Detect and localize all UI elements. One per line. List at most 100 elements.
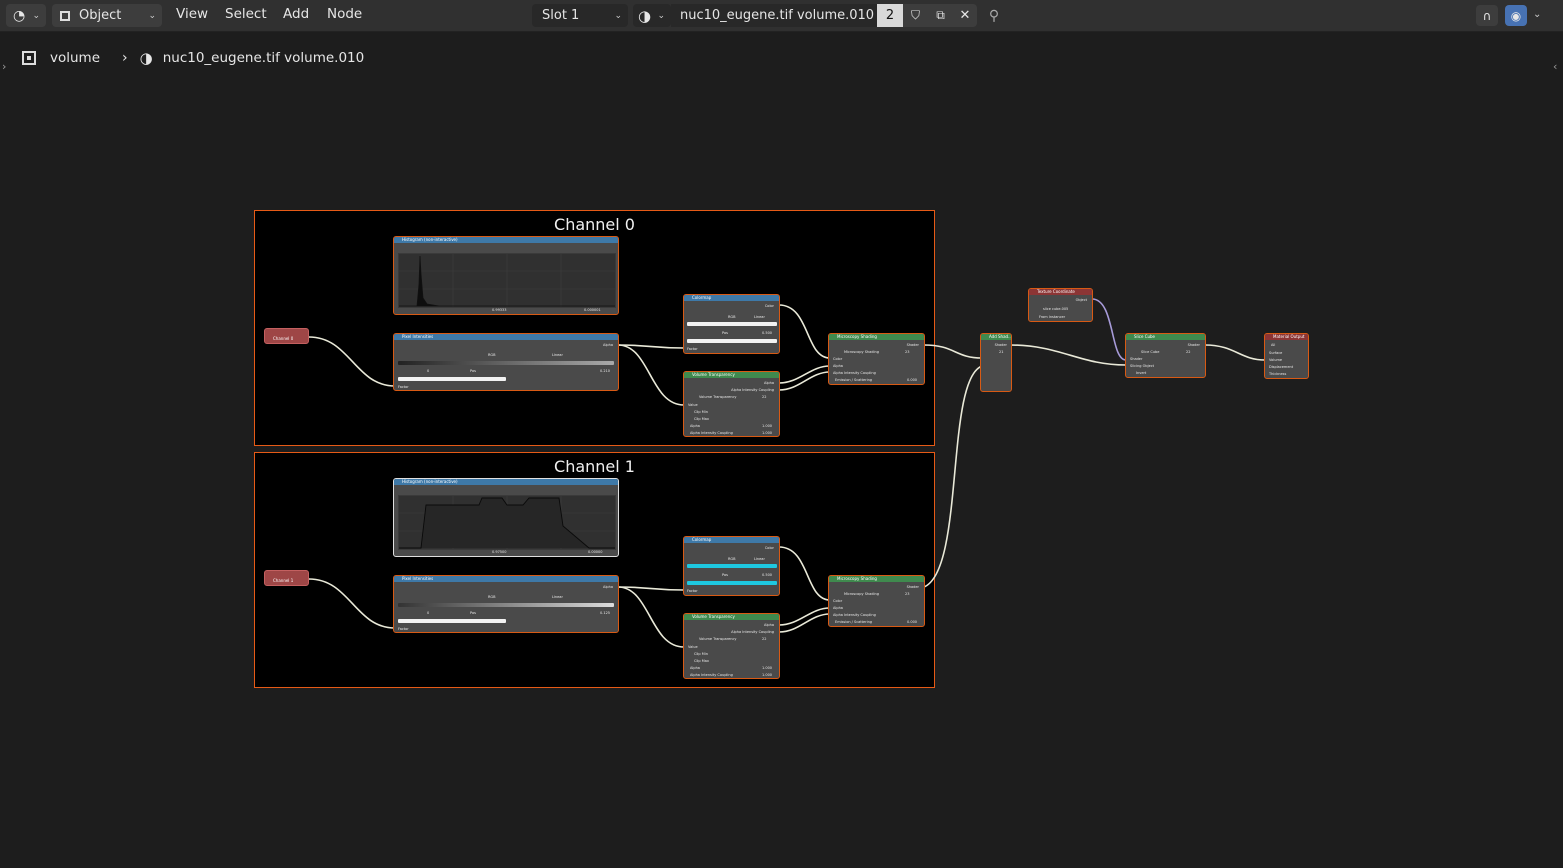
colormap-node-1[interactable]: Colormap Color RGB Linear Pos 0.500 Fact… [683,536,780,596]
rgb-label: RGB [728,315,736,319]
emission-field[interactable]: Emission / Scattering [835,620,872,624]
editor-type-button[interactable]: ◔ ⌄ [6,4,46,27]
input-slicing-object: Slicing Object [1130,364,1155,368]
unlink-material-button[interactable]: ✕ [953,4,977,27]
input-alpha: Alpha [833,364,843,368]
target-dropdown[interactable]: All [1271,343,1275,347]
magnet-icon: ∩ [1482,8,1492,23]
node-header: Add Shad... [981,334,1011,340]
histogram-x-value: 0.99333 [492,308,507,312]
shield-icon: ⛉ [910,8,920,22]
histogram-plot [398,253,616,308]
from-instancer-checkbox[interactable]: From Instancer [1039,315,1065,319]
node-label: Channel 0 [273,336,294,341]
right-sidebar-toggle-icon[interactable]: ‹ [1553,60,1557,73]
breadcrumb: volume › ◑ nuc10_eugene.tif volume.010 [22,49,364,67]
ramp-gradient [398,361,614,365]
chevron-down-icon[interactable]: ⌄ [1533,9,1541,20]
input-surface: Surface [1269,351,1283,355]
snap-toggle[interactable]: ∩ [1476,5,1498,26]
material-output-node[interactable]: Material Output All Surface Volume Displ… [1264,333,1309,379]
group-users: 23 [905,592,910,596]
interpolation-label: Linear [754,557,765,561]
object-mode-icon [60,10,70,21]
close-icon: ✕ [959,8,971,23]
pin-button[interactable]: ⚲ [982,4,1006,27]
chevron-down-icon: ⌄ [148,10,156,21]
rgb-label: RGB [488,353,496,357]
ramp-gradient [687,322,777,326]
clip-min-checkbox[interactable]: Clip Min [694,652,708,656]
channel-1-node[interactable]: Channel 1 [264,570,309,586]
input-factor: Factor [687,347,698,351]
group-users: 21 [999,350,1004,354]
add-shader-node[interactable]: Add Shad... Shader 21 [980,333,1012,392]
clip-max-checkbox[interactable]: Clip Max [694,659,709,663]
output-shader: Shader [994,343,1007,347]
material-name-text: nuc10_eugene.tif volume.010 [680,8,875,23]
chevron-down-icon: ⌄ [657,10,665,21]
slice-cube-node[interactable]: Slice Cube Shader Slice Cube 22 Shader S… [1125,333,1206,378]
duplicate-material-button[interactable]: ⧉ [928,4,953,27]
ramp-color [398,619,506,623]
mode-dropdown[interactable]: Object ⌄ [52,4,162,27]
user-count-button[interactable]: 2 [877,4,903,27]
input-factor: Factor [398,385,409,389]
input-alpha-intensity[interactable]: Alpha Intensity Coupling [690,431,733,435]
input-alpha[interactable]: Alpha [690,666,700,670]
group-users: 22 [762,637,767,641]
stop-index: 0 [427,369,430,373]
ramp-color [687,581,777,585]
slot-dropdown[interactable]: Slot 1 ⌄ [532,4,628,27]
node-label: Channel 1 [273,578,294,583]
channel-0-node[interactable]: Channel 0 [264,328,309,344]
menu-add[interactable]: Add [283,6,309,22]
volume-transparency-node-0[interactable]: Volume Transparency Alpha Alpha Intensit… [683,371,780,437]
left-sidebar-toggle-icon[interactable]: › [2,60,6,73]
colormap-node-0[interactable]: Colormap Color RGB Linear Pos 0.500 Fact… [683,294,780,354]
material-name-field[interactable]: nuc10_eugene.tif volume.010 [671,4,877,27]
pos-label: Pos [470,611,476,615]
object-field[interactable]: slice cube.005 [1043,307,1068,311]
input-alpha-intensity[interactable]: Alpha Intensity Coupling [690,673,733,677]
histogram-curve [399,254,615,307]
output-alpha: Alpha [603,585,613,589]
emission-field[interactable]: Emission / Scattering [835,378,872,382]
input-alpha[interactable]: Alpha [690,424,700,428]
output-color: Color [764,304,774,308]
node-header: Microscopy Shading [829,334,924,340]
stop-index: 0 [427,611,430,615]
fake-user-button[interactable]: ⛉ [903,4,928,27]
texture-coordinate-node[interactable]: Texture Coordinate Object slice cube.005… [1028,288,1093,322]
rgb-label: RGB [728,557,736,561]
volume-transparency-node-1[interactable]: Volume Transparency Alpha Alpha Intensit… [683,613,780,679]
histogram-node-0[interactable]: Histogram (non-interactive) 0.99333 0.00… [393,236,619,315]
pixel-intensities-node-0[interactable]: Pixel Intensities Alpha RGB Linear 0 Pos… [393,333,619,391]
node-canvas[interactable] [0,32,1563,868]
input-alpha-intensity: Alpha Intensity Coupling [833,613,876,617]
pin-icon: ⚲ [988,7,1000,24]
ramp-color [687,339,777,343]
menu-select[interactable]: Select [225,6,267,22]
input-factor: Factor [398,627,409,631]
pixel-intensities-node-1[interactable]: Pixel Intensities Alpha RGB Linear 0 Pos… [393,575,619,633]
clip-min-checkbox[interactable]: Clip Min [694,410,708,414]
menu-view[interactable]: View [176,6,208,22]
group-name: Slice Cube [1141,350,1160,354]
invert-checkbox[interactable]: Invert [1136,371,1146,375]
input-shader: Shader [1130,357,1143,361]
microscopy-shading-node-0[interactable]: Microscopy Shading Shader Microscopy Sha… [828,333,925,385]
input-volume: Volume [1269,358,1283,362]
histogram-node-1[interactable]: Histogram (non-interactive) 0.97500 0.00… [393,478,619,557]
pos-label: Pos [722,573,728,577]
material-browse-button[interactable]: ◑ ⌄ [633,4,671,27]
microscopy-shading-node-1[interactable]: Microscopy Shading Shader Microscopy Sha… [828,575,925,627]
histogram-x-value: 0.97500 [492,550,507,554]
clip-max-checkbox[interactable]: Clip Max [694,417,709,421]
group-users: 22 [1186,350,1191,354]
overlay-toggle[interactable]: ◉ [1505,5,1527,26]
rgb-label: RGB [488,595,496,599]
menu-node[interactable]: Node [327,6,362,22]
input-displacement: Displacement [1269,365,1294,369]
pos-value: 0.210 [600,369,611,373]
